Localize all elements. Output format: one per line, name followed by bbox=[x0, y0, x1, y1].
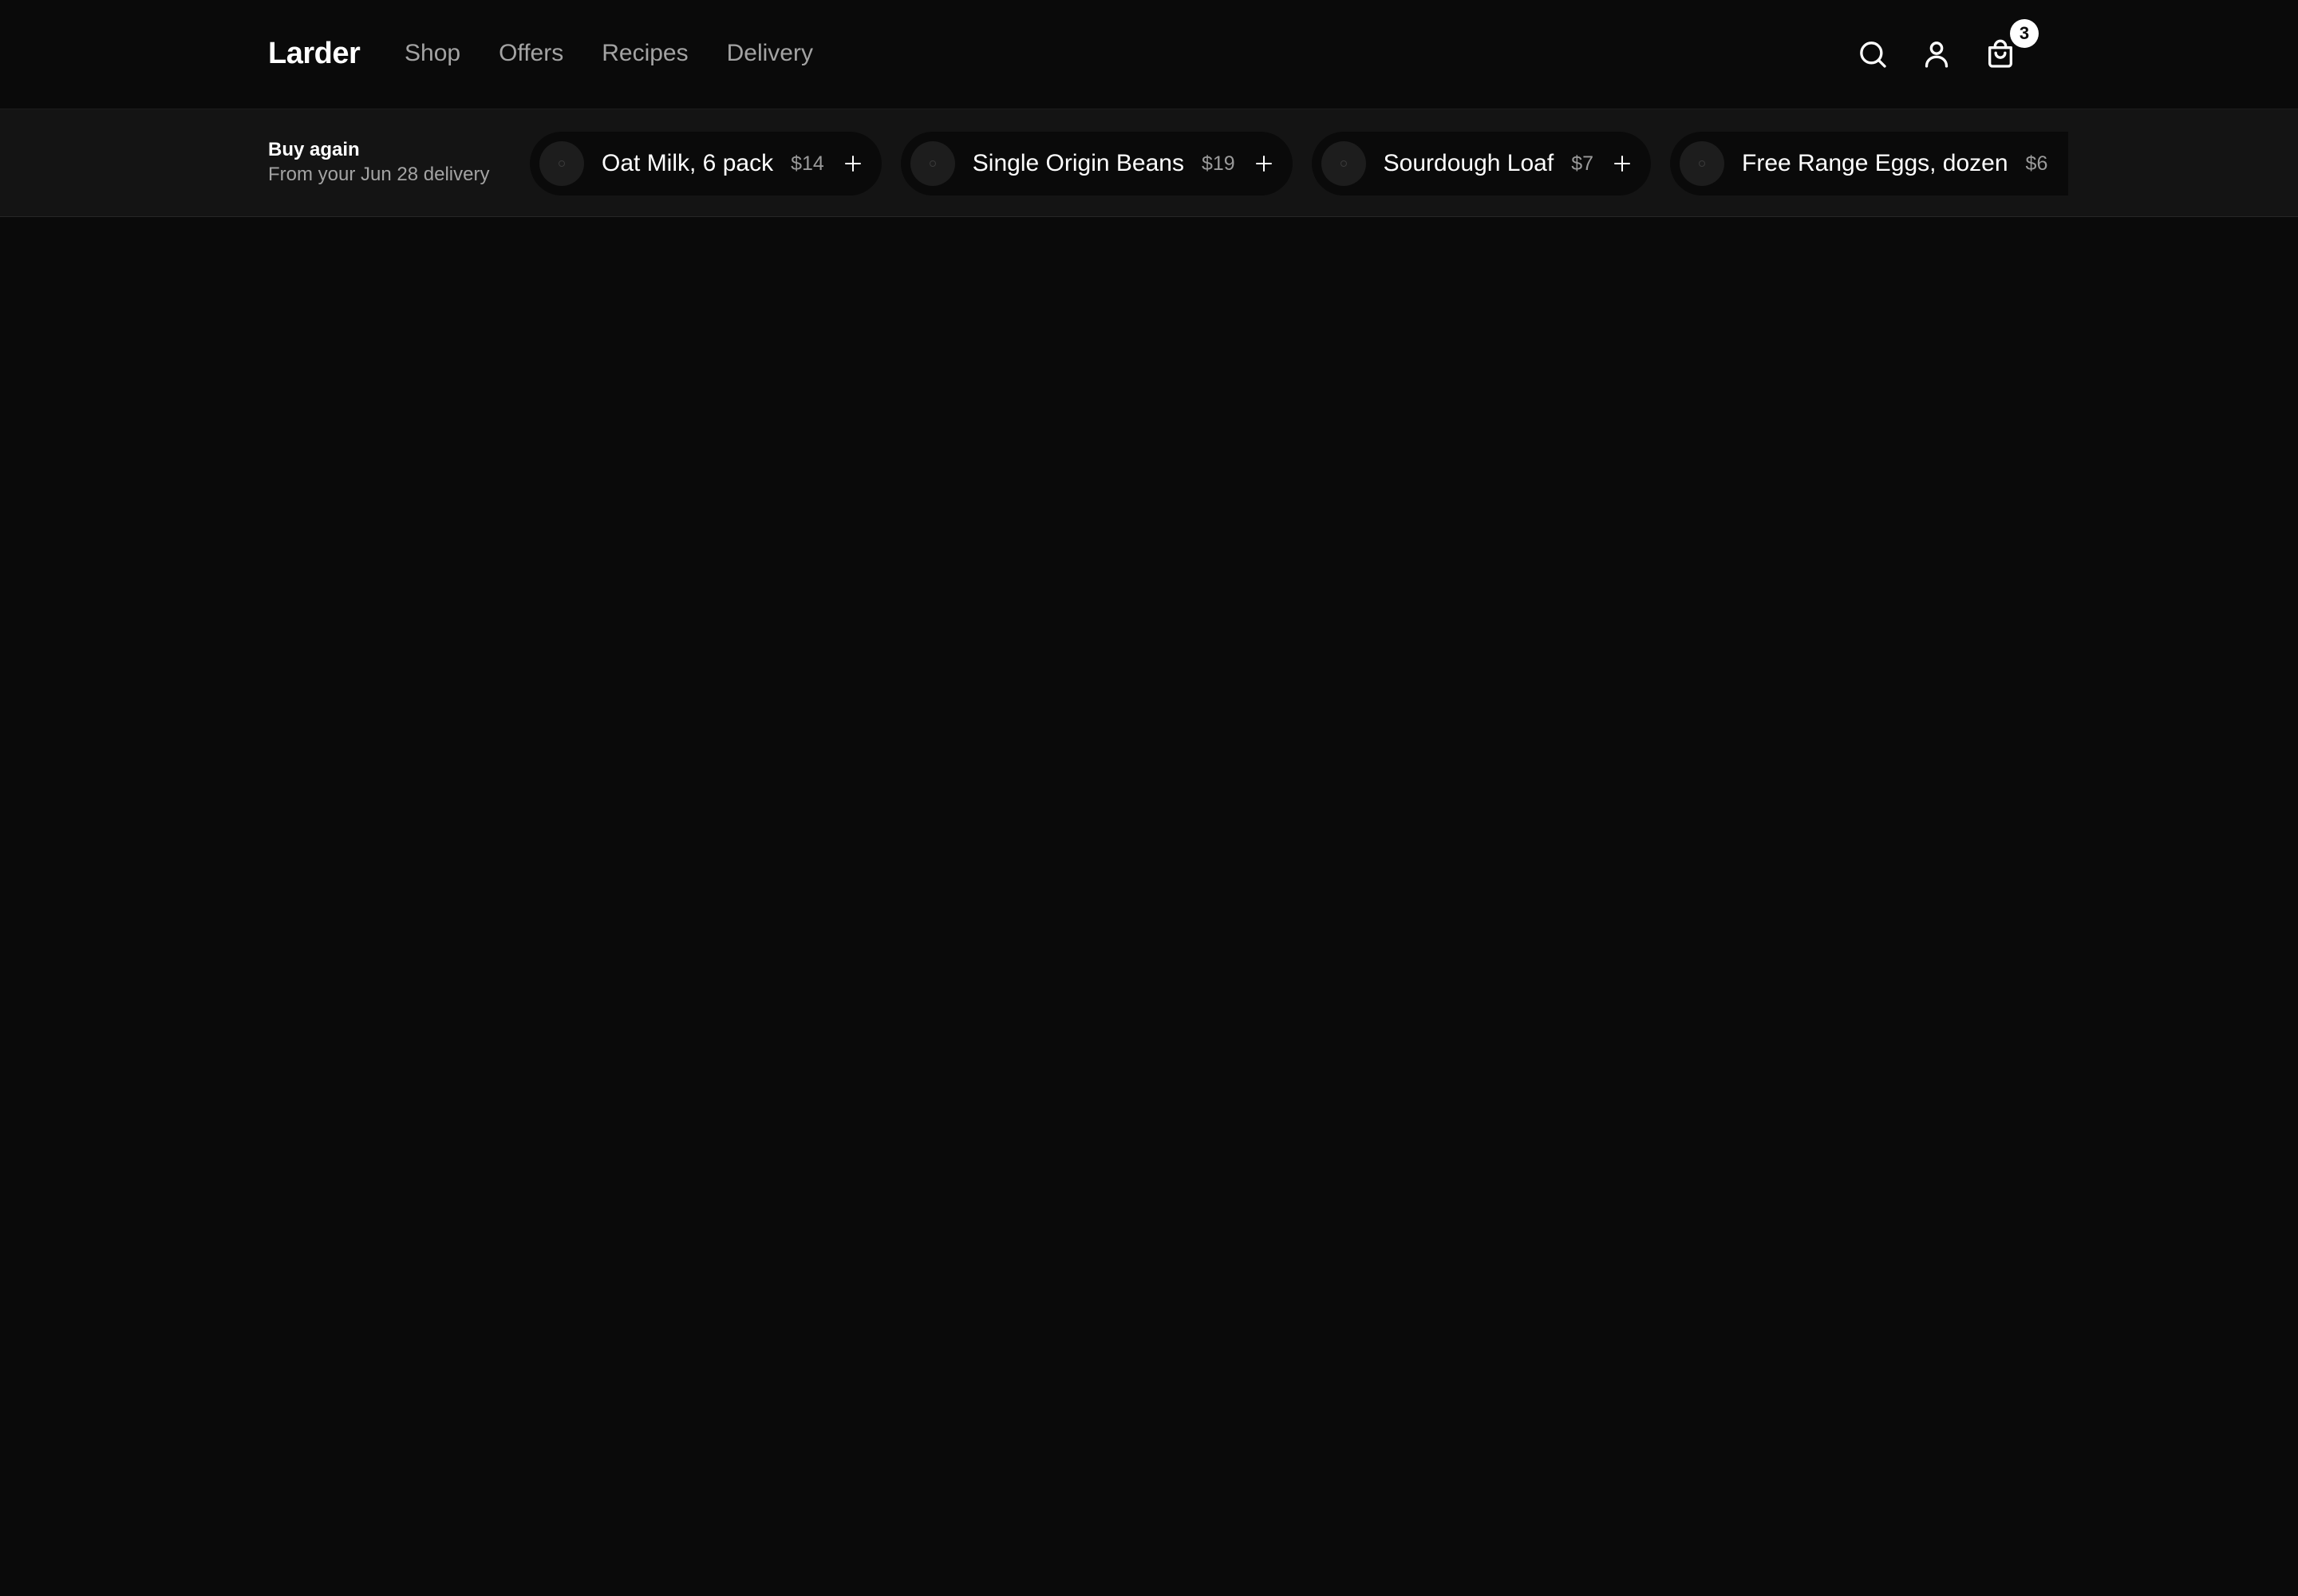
product-thumbnail bbox=[1321, 141, 1366, 186]
plus-icon bbox=[1614, 156, 1630, 172]
product-name: Sourdough Loaf bbox=[1383, 150, 1554, 176]
cart-count-badge: 3 bbox=[2010, 19, 2039, 48]
shopping-bag-icon bbox=[1988, 39, 2012, 68]
site-header: Larder Shop Offers Recipes Delivery 3 bbox=[0, 0, 2298, 109]
product-name: Single Origin Beans bbox=[972, 150, 1184, 176]
brand-logo[interactable]: Larder bbox=[268, 34, 361, 73]
product-name: Free Range Eggs, dozen bbox=[1742, 150, 2008, 176]
add-to-cart-button[interactable] bbox=[837, 148, 869, 180]
product-price: $19 bbox=[1201, 152, 1235, 175]
product-thumbnail bbox=[1680, 141, 1724, 186]
main-nav: Shop Offers Recipes Delivery bbox=[405, 34, 851, 73]
buy-again-chip[interactable]: Sourdough Loaf $7 bbox=[1311, 132, 1651, 196]
buy-again-strip: Buy again From your Jun 28 delivery Oat … bbox=[0, 109, 2298, 217]
buy-again-heading: Buy again From your Jun 28 delivery bbox=[268, 138, 507, 188]
account-button[interactable] bbox=[1917, 35, 1956, 73]
product-price: $14 bbox=[791, 152, 824, 175]
buy-again-track: Oat Milk, 6 pack $14 Single Origin Beans… bbox=[530, 132, 2068, 196]
plus-icon bbox=[2067, 154, 2068, 173]
product-price: $7 bbox=[1571, 152, 1593, 175]
plus-icon bbox=[1255, 156, 1272, 172]
product-price: $6 bbox=[2025, 152, 2048, 175]
add-to-cart-button[interactable] bbox=[2060, 148, 2068, 180]
product-thumbnail bbox=[910, 141, 955, 186]
nav-link-delivery[interactable]: Delivery bbox=[727, 34, 813, 73]
buy-again-chip[interactable]: Free Range Eggs, dozen $6 bbox=[1670, 132, 2068, 196]
add-to-cart-button[interactable] bbox=[1248, 148, 1280, 180]
nav-link-shop[interactable]: Shop bbox=[405, 34, 460, 73]
buy-again-title: Buy again bbox=[268, 139, 360, 160]
user-icon bbox=[1925, 41, 1949, 68]
product-thumbnail bbox=[539, 141, 584, 186]
nav-link-recipes[interactable]: Recipes bbox=[602, 34, 688, 73]
main-content bbox=[0, 217, 2298, 1596]
search-button[interactable] bbox=[1854, 35, 1892, 73]
cart-button[interactable]: 3 bbox=[1981, 19, 2039, 73]
buy-again-carousel[interactable]: Oat Milk, 6 pack $14 Single Origin Beans… bbox=[530, 132, 2068, 196]
buy-again-chip[interactable]: Oat Milk, 6 pack $14 bbox=[530, 132, 882, 196]
buy-again-subtitle: From your Jun 28 delivery bbox=[268, 164, 490, 185]
search-icon bbox=[1860, 41, 1886, 68]
plus-icon bbox=[844, 156, 861, 172]
nav-link-offers[interactable]: Offers bbox=[499, 34, 563, 73]
add-to-cart-button[interactable] bbox=[1606, 148, 1638, 180]
buy-again-chip[interactable]: Single Origin Beans $19 bbox=[900, 132, 1293, 196]
product-name: Oat Milk, 6 pack bbox=[602, 150, 774, 176]
